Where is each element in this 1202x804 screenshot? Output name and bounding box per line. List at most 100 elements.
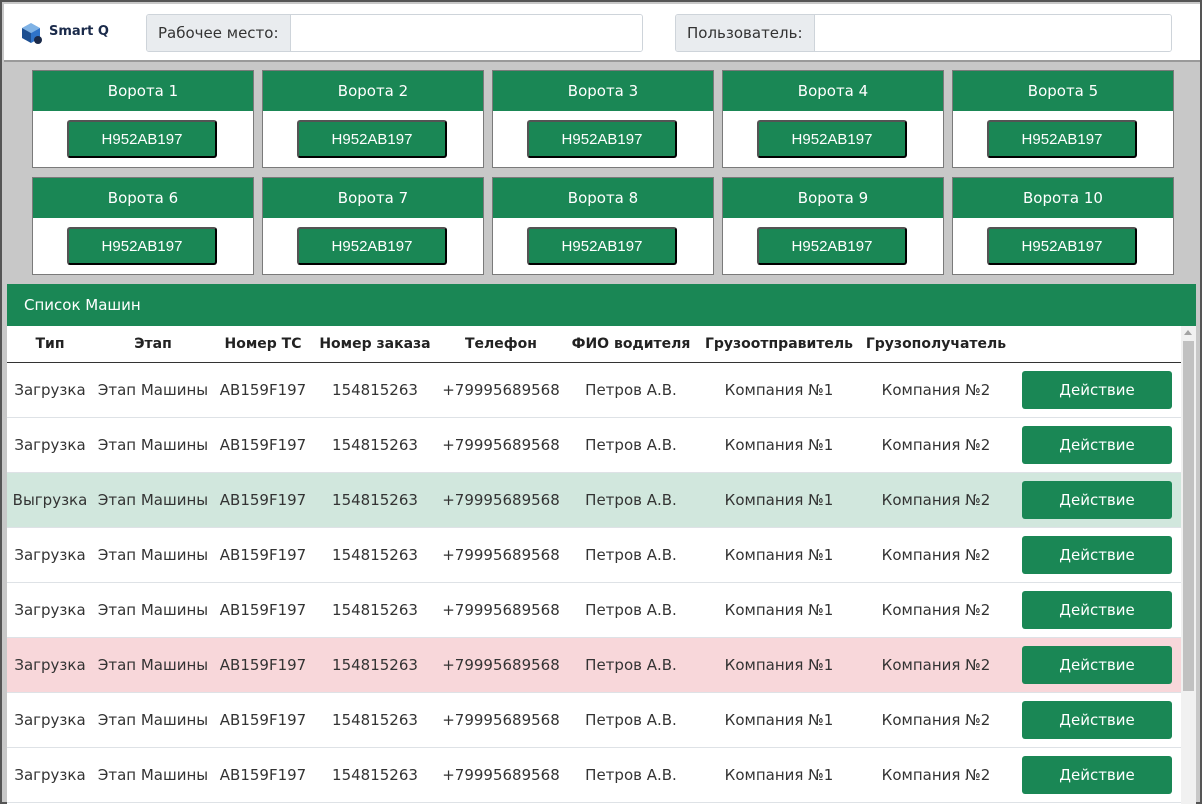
gate-card: Ворота 7 Н952АВ197 [262, 177, 484, 275]
scroll-up-arrow-icon[interactable] [1184, 330, 1192, 335]
column-header: Грузополучатель [865, 336, 1007, 352]
shipper-cell: Компания №1 [724, 491, 834, 509]
order-number-cell: 154815263 [332, 381, 418, 399]
workplace-label: Рабочее место: [147, 15, 291, 51]
gate-title: Ворота 6 [33, 178, 253, 218]
phone-cell: +79995689568 [442, 656, 560, 674]
driver-cell: Петров А.В. [585, 656, 677, 674]
vehicle-list-title: Список Машин [7, 284, 1196, 326]
vehicle-number-cell: АВ159F197 [219, 436, 307, 454]
consignee-cell: Компания №2 [881, 711, 991, 729]
gate-card: Ворота 2 Н952АВ197 [262, 70, 484, 168]
type-cell: Загрузка [14, 436, 86, 454]
phone-cell: +79995689568 [442, 491, 560, 509]
action-cell: Действие [1011, 701, 1181, 739]
gate-title: Ворота 5 [953, 71, 1173, 111]
vehicle-number-cell: АВ159F197 [219, 766, 307, 784]
consignee-cell: Компания №2 [881, 656, 991, 674]
gate-plate-button[interactable]: Н952АВ197 [297, 227, 447, 265]
action-cell: Действие [1011, 646, 1181, 684]
action-cell: Действие [1011, 756, 1181, 794]
phone-cell: +79995689568 [442, 711, 560, 729]
action-button[interactable]: Действие [1022, 591, 1172, 629]
table-row: Выгрузка Этап Машины АВ159F197 154815263 +79… [7, 473, 1181, 528]
action-button[interactable]: Действие [1022, 646, 1172, 684]
workplace-input[interactable] [290, 15, 642, 51]
vehicle-number-cell: АВ159F197 [219, 656, 307, 674]
app-logo[interactable]: Smart Q [18, 18, 109, 48]
table-row: Загрузка Этап Машины АВ159F197 154815263 +79… [7, 418, 1181, 473]
gate-title: Ворота 7 [263, 178, 483, 218]
column-header: Телефон [465, 336, 537, 352]
action-button[interactable]: Действие [1022, 481, 1172, 519]
gate-card: Ворота 10 Н952АВ197 [952, 177, 1174, 275]
gate-card: Ворота 3 Н952АВ197 [492, 70, 714, 168]
table-row: Загрузка Этап Машины АВ159F197 154815263 +79… [7, 583, 1181, 638]
phone-cell: +79995689568 [442, 381, 560, 399]
driver-cell: Петров А.В. [585, 711, 677, 729]
gate-plate-button[interactable]: Н952АВ197 [757, 120, 907, 158]
action-button[interactable]: Действие [1022, 426, 1172, 464]
action-cell: Действие [1011, 536, 1181, 574]
stage-cell: Этап Машины [97, 601, 209, 619]
stage-cell: Этап Машины [97, 436, 209, 454]
gate-card: Ворота 9 Н952АВ197 [722, 177, 944, 275]
gate-card: Ворота 8 Н952АВ197 [492, 177, 714, 275]
action-button[interactable]: Действие [1022, 701, 1172, 739]
table-row: Загрузка Этап Машины АВ159F197 154815263 +79… [7, 748, 1181, 803]
driver-cell: Петров А.В. [585, 546, 677, 564]
action-cell: Действие [1011, 591, 1181, 629]
column-header: Грузоотправитель [704, 336, 854, 352]
vehicle-number-cell: АВ159F197 [219, 601, 307, 619]
gate-plate-button[interactable]: Н952АВ197 [757, 227, 907, 265]
stage-cell: Этап Машины [97, 711, 209, 729]
gate-plate-button[interactable]: Н952АВ197 [987, 227, 1137, 265]
stage-cell: Этап Машины [97, 491, 209, 509]
shipper-cell: Компания №1 [724, 711, 834, 729]
type-cell: Загрузка [14, 656, 86, 674]
gate-title: Ворота 1 [33, 71, 253, 111]
phone-cell: +79995689568 [442, 546, 560, 564]
gate-plate-button[interactable]: Н952АВ197 [527, 227, 677, 265]
table-scrollbar[interactable] [1181, 326, 1196, 804]
action-button[interactable]: Действие [1022, 371, 1172, 409]
order-number-cell: 154815263 [332, 491, 418, 509]
table-header: Тип Этап Номер ТС Номер заказа Телефон ФИО во… [7, 326, 1181, 363]
gate-card: Ворота 6 Н952АВ197 [32, 177, 254, 275]
type-cell: Загрузка [14, 766, 86, 784]
vehicle-list-panel: Список Машин Тип Этап Номер ТС Номер заказа… [7, 284, 1196, 804]
gate-title: Ворота 3 [493, 71, 713, 111]
stage-cell: Этап Машины [97, 766, 209, 784]
shipper-cell: Компания №1 [724, 766, 834, 784]
gate-plate-button[interactable]: Н952АВ197 [527, 120, 677, 158]
user-label: Пользователь: [676, 15, 815, 51]
type-cell: Загрузка [14, 381, 86, 399]
consignee-cell: Компания №2 [881, 766, 991, 784]
shipper-cell: Компания №1 [724, 436, 834, 454]
smart-q-logo-icon [22, 23, 42, 44]
consignee-cell: Компания №2 [881, 436, 991, 454]
shipper-cell: Компания №1 [724, 656, 834, 674]
phone-cell: +79995689568 [442, 766, 560, 784]
scroll-thumb[interactable] [1183, 341, 1194, 691]
shipper-cell: Компания №1 [724, 381, 834, 399]
order-number-cell: 154815263 [332, 711, 418, 729]
gate-card: Ворота 5 Н952АВ197 [952, 70, 1174, 168]
action-button[interactable]: Действие [1022, 536, 1172, 574]
table-row: Загрузка Этап Машины АВ159F197 154815263 +79… [7, 528, 1181, 583]
type-cell: Загрузка [14, 711, 86, 729]
vehicle-number-cell: АВ159F197 [219, 711, 307, 729]
consignee-cell: Компания №2 [881, 491, 991, 509]
action-button[interactable]: Действие [1022, 756, 1172, 794]
gate-plate-button[interactable]: Н952АВ197 [987, 120, 1137, 158]
gate-plate-button[interactable]: Н952АВ197 [67, 227, 217, 265]
action-cell: Действие [1011, 481, 1181, 519]
stage-cell: Этап Машины [97, 381, 209, 399]
gate-plate-button[interactable]: Н952АВ197 [67, 120, 217, 158]
user-input[interactable] [814, 15, 1171, 51]
order-number-cell: 154815263 [332, 546, 418, 564]
table-row: Загрузка Этап Машины АВ159F197 154815263 +79… [7, 693, 1181, 748]
type-cell: Выгрузка [12, 491, 88, 509]
app-window: Smart Q Рабочее место: Пользователь: Вор… [0, 0, 1202, 804]
gate-plate-button[interactable]: Н952АВ197 [297, 120, 447, 158]
